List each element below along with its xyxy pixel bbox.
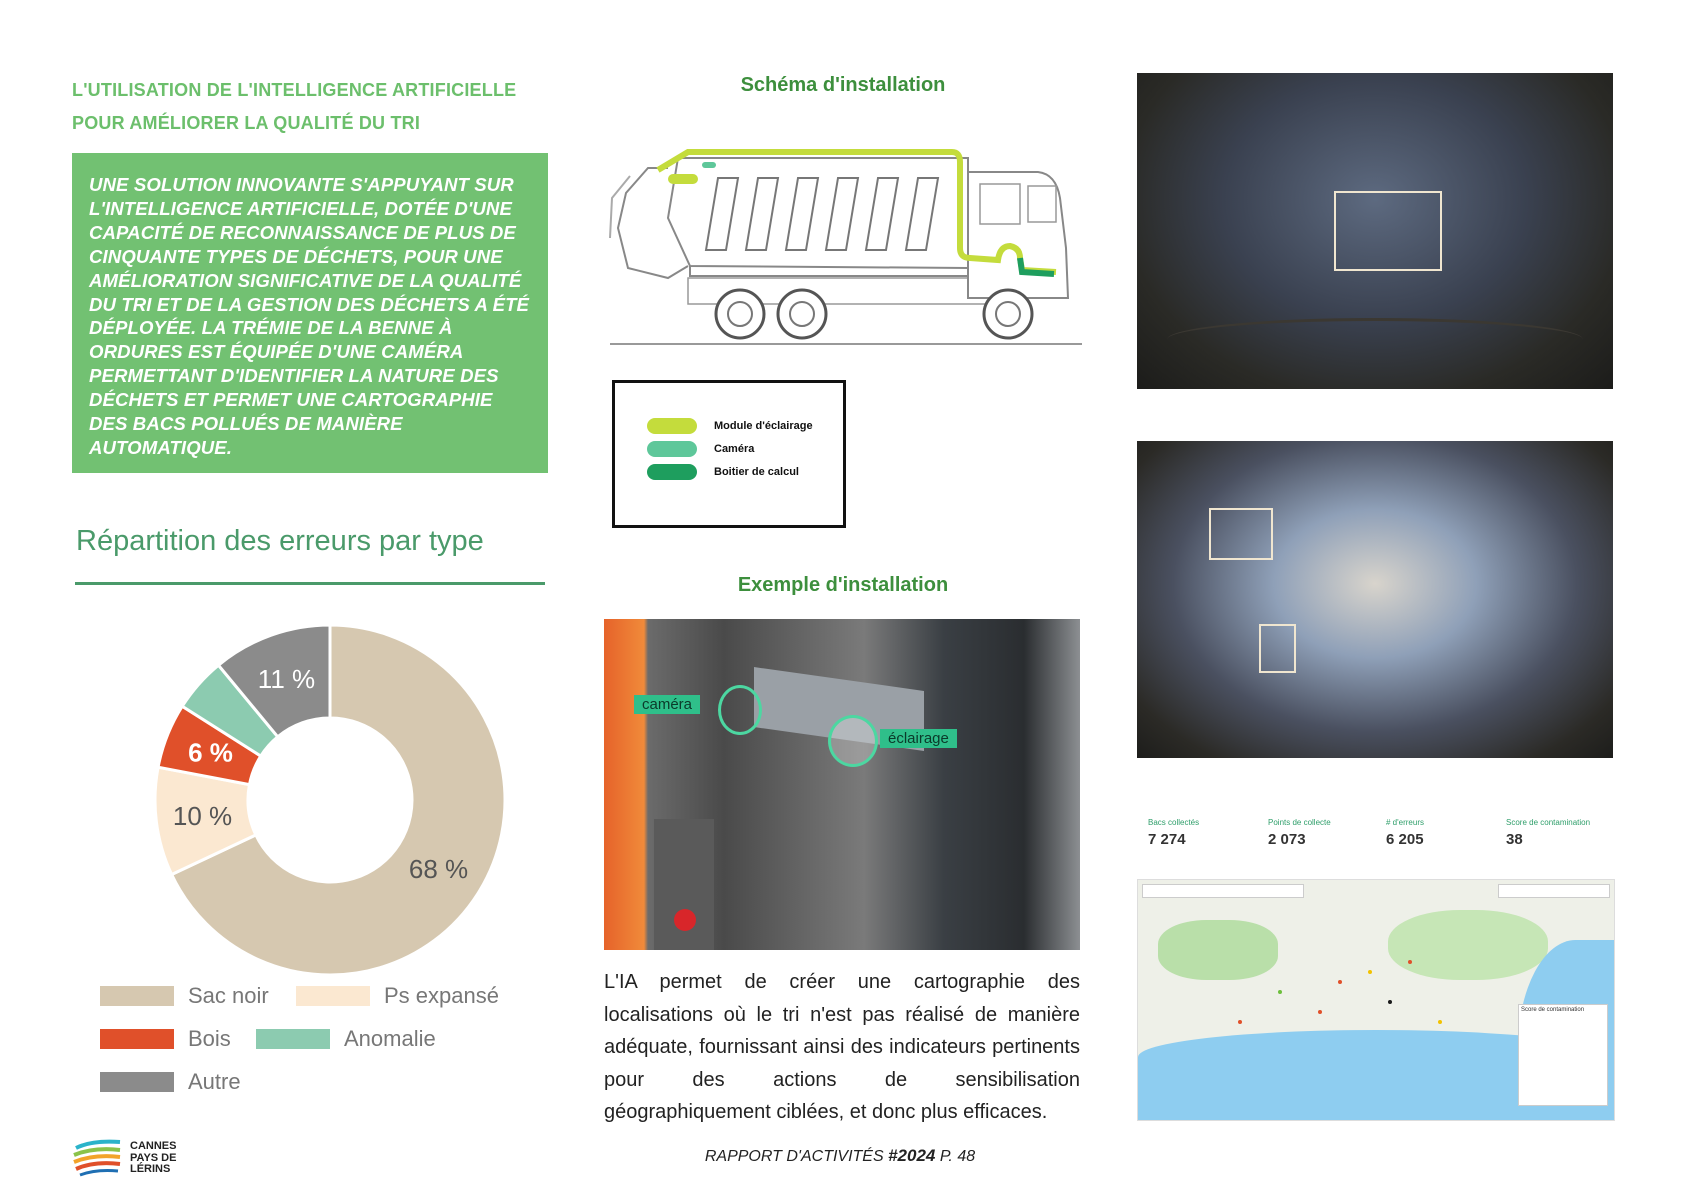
legend-swatch-anomalie <box>256 1029 330 1049</box>
map-legend: Score de contamination <box>1518 1004 1608 1106</box>
lighting-tag: éclairage <box>880 729 957 748</box>
highlight-text: UNE SOLUTION INNOVANTE S'APPUYANT SUR L'… <box>89 174 530 458</box>
lighting-highlight-ring <box>828 715 878 767</box>
map-green-area-2 <box>1388 910 1548 980</box>
donut-value-label: 6 % <box>188 738 233 768</box>
hopper-photo-1 <box>1137 73 1613 389</box>
camera-highlight-ring <box>718 685 762 735</box>
legend-swatch-bois <box>100 1029 174 1049</box>
legend-swatch-ps-expanse <box>296 986 370 1006</box>
donut-chart: 68 % 10 % 6 % 11 % <box>153 623 507 977</box>
stat-label: Score de contamination <box>1506 818 1591 827</box>
stat-collection-points: Points de collecte 2 073 <box>1268 818 1331 848</box>
map-dot <box>1338 980 1342 984</box>
body-paragraph: L'IA permet de créer une cartographie de… <box>604 971 1080 1124</box>
schema-legend-label-camera: Caméra <box>714 443 755 455</box>
donut-value-label: 10 % <box>173 801 232 831</box>
footer-page: P. 48 <box>935 1148 976 1165</box>
chart-legend: Sac noir Ps expansé Bois Anomalie Autre <box>100 980 560 1100</box>
footer-number: #2024 <box>888 1146 936 1165</box>
hopper-edge <box>1167 318 1583 361</box>
legend-swatch-autre <box>100 1072 174 1092</box>
schema-legend-label-compute: Boitier de calcul <box>714 466 799 478</box>
map-toolbar <box>1142 884 1304 898</box>
stat-value: 2 073 <box>1268 831 1306 848</box>
photo-red-button-icon <box>674 909 696 931</box>
stat-value: 6 205 <box>1386 831 1424 848</box>
logo-text: CANNES PAYS DE LÉRINS <box>130 1140 177 1176</box>
map-green-area-1 <box>1158 920 1278 980</box>
stat-label: # d'erreurs <box>1386 818 1424 827</box>
donut-value-label: 68 % <box>409 854 468 884</box>
schema-title: Schéma d'installation <box>740 74 946 96</box>
schema-legend-swatch-compute <box>647 464 697 480</box>
detection-box-3 <box>1259 624 1296 673</box>
stat-value: 7 274 <box>1148 831 1186 848</box>
schema-legend-label-lighting: Module d'éclairage <box>714 420 813 432</box>
footer-prefix: RAPPORT D'ACTIVITÉS <box>704 1148 889 1165</box>
stat-value: 38 <box>1506 831 1523 848</box>
stat-errors: # d'erreurs 6 205 <box>1386 818 1424 848</box>
section-title: L'UTILISATION DE L'INTELLIGENCE ARTIFICI… <box>72 80 517 133</box>
chart-title: Répartition des erreurs par type <box>76 525 484 557</box>
donut-value-label: 11 % <box>258 664 315 694</box>
footer: RAPPORT D'ACTIVITÉS #2024 P. 48 <box>640 1146 1040 1166</box>
map-legend-title: Score de contamination <box>1521 1007 1585 1013</box>
highlight-box: UNE SOLUTION INNOVANTE S'APPUYANT SUR L'… <box>72 153 548 473</box>
map-dot <box>1388 1000 1392 1004</box>
legend-item-anomalie: Anomalie <box>256 1026 436 1052</box>
legend-item-bois: Bois <box>100 1026 231 1052</box>
schema-legend-item-lighting: Module d'éclairage <box>647 417 813 435</box>
logo-waves-icon <box>73 1139 121 1177</box>
detection-box-2 <box>1209 508 1273 560</box>
schema-legend-item-compute: Boitier de calcul <box>647 463 799 481</box>
logo-line-3: LÉRINS <box>130 1163 171 1175</box>
map-dot <box>1368 970 1372 974</box>
legend-label-sac-noir: Sac noir <box>188 983 269 1008</box>
chart-title-rule <box>75 582 545 585</box>
stat-contamination-score: Score de contamination 38 <box>1506 818 1590 848</box>
map-search-input[interactable] <box>1498 884 1610 898</box>
schema-legend: Module d'éclairage Caméra Boitier de cal… <box>612 380 846 528</box>
stat-label: Bacs collectés <box>1148 818 1200 827</box>
installation-photo: caméra éclairage <box>604 619 1080 950</box>
logo: CANNES PAYS DE LÉRINS <box>72 1138 192 1178</box>
legend-label-ps-expanse: Ps expansé <box>384 983 499 1008</box>
map-dot <box>1408 960 1412 964</box>
schema-legend-swatch-camera <box>647 441 697 457</box>
legend-item-sac-noir: Sac noir <box>100 983 269 1009</box>
camera-tag: caméra <box>634 695 701 714</box>
legend-label-bois: Bois <box>188 1026 231 1051</box>
map-dot <box>1278 990 1282 994</box>
example-title: Exemple d'installation <box>737 574 949 596</box>
logo-line-1: CANNES <box>130 1140 177 1152</box>
legend-item-ps-expanse: Ps expansé <box>296 983 499 1009</box>
legend-swatch-sac-noir <box>100 986 174 1006</box>
map-dot <box>1238 1020 1242 1024</box>
stat-bins-collected: Bacs collectés 7 274 <box>1148 818 1199 848</box>
contamination-map: Score de contamination <box>1137 879 1615 1121</box>
truck-diagram <box>609 149 1082 345</box>
detection-box-1 <box>1334 191 1442 271</box>
schema-legend-swatch-lighting <box>647 418 697 434</box>
map-dot <box>1438 1020 1442 1024</box>
map-dot <box>1318 1010 1322 1014</box>
legend-item-autre: Autre <box>100 1069 241 1095</box>
schema-legend-item-camera: Caméra <box>647 440 754 458</box>
legend-label-anomalie: Anomalie <box>344 1026 436 1051</box>
stat-label: Points de collecte <box>1268 818 1331 827</box>
legend-label-autre: Autre <box>188 1069 241 1094</box>
hopper-photo-2 <box>1137 441 1613 758</box>
